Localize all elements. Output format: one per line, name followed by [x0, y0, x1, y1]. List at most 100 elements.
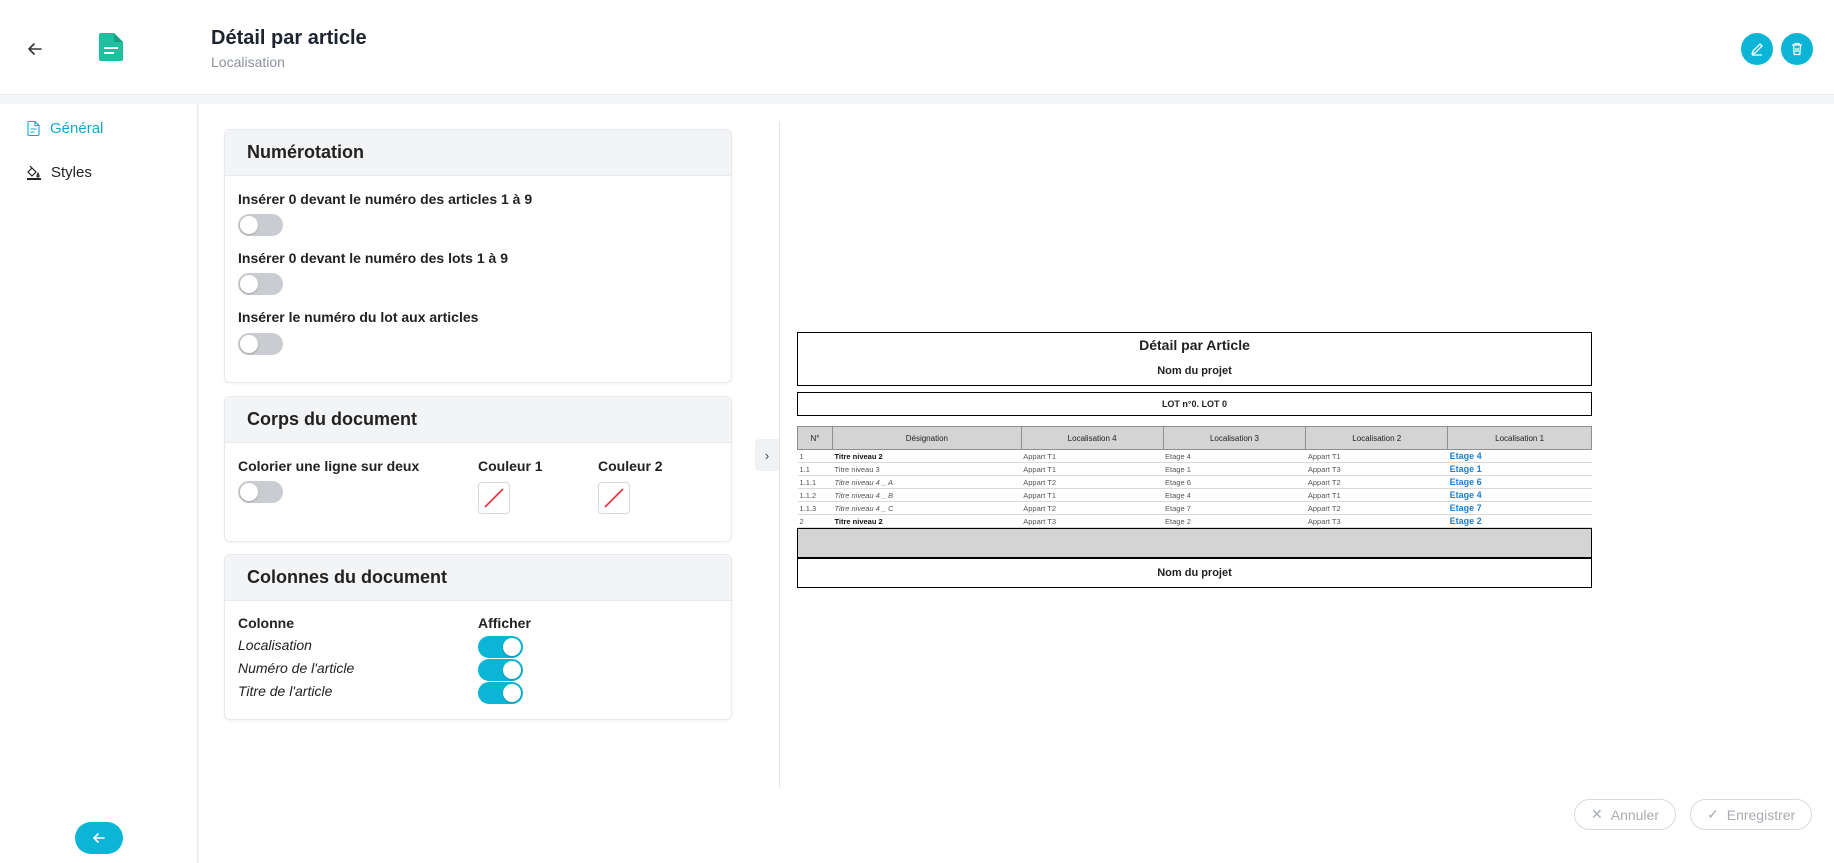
page-subtitle: Localisation: [211, 54, 285, 70]
column-name: Numéro de l'article: [238, 660, 355, 676]
table-header: Localisation 3: [1162, 426, 1307, 450]
paint-bucket-icon: [27, 165, 41, 180]
table-row: 1.1.2 Titre niveau 4 _ B Appart T1 Etage…: [797, 488, 1592, 502]
insert-zero-articles-toggle[interactable]: [238, 214, 283, 236]
column-name: Localisation: [238, 637, 312, 653]
trash-icon: [1792, 42, 1802, 56]
cell-loc4: Appart T2: [1021, 475, 1164, 489]
check-icon: ✓: [1707, 806, 1719, 822]
table-row: 1.1.3 Titre niveau 4 _ C Appart T2 Etage…: [797, 501, 1592, 515]
table-header: Localisation 2: [1305, 426, 1449, 450]
collapse-sidebar-button[interactable]: [75, 822, 123, 854]
back-button[interactable]: [22, 36, 48, 62]
card-title: Numérotation: [225, 130, 731, 176]
table-header: Localisation 4: [1020, 426, 1164, 450]
cell-loc4: Appart T1: [1021, 462, 1164, 476]
colonnes-card: Colonnes du document Colonne Afficher Lo…: [224, 554, 732, 720]
cell-designation: Titre niveau 4 _ C: [832, 501, 1022, 515]
arrow-left-icon: [28, 43, 42, 55]
page-header: Détail par article Localisation: [0, 0, 1834, 95]
settings-sidebar: Général Styles: [0, 104, 198, 863]
sidebar-item-general[interactable]: Général: [27, 117, 103, 139]
cell-loc1: Etage 1: [1447, 462, 1592, 476]
table-header: N°: [797, 426, 833, 450]
corps-card: Corps du document Colorier une ligne sur…: [224, 396, 732, 542]
cell-loc2: Appart T2: [1305, 501, 1448, 515]
option-label: Insérer le numéro du lot aux articles: [238, 309, 479, 325]
cell-designation: Titre niveau 2: [832, 449, 1022, 463]
column-header: Colonne: [238, 615, 294, 631]
preview-project-name: Nom du projet: [1157, 365, 1232, 377]
cell-loc4: Appart T3: [1021, 514, 1164, 528]
color-2-picker[interactable]: [598, 482, 630, 514]
save-button[interactable]: ✓ Enregistrer: [1690, 799, 1813, 830]
document-icon: [27, 120, 40, 136]
option-label: Insérer 0 devant le numéro des articles …: [238, 191, 533, 207]
insert-lot-number-toggle[interactable]: [238, 333, 283, 355]
cell-loc2: Appart T3: [1305, 514, 1448, 528]
delete-button[interactable]: [1781, 33, 1813, 65]
cell-loc3: Etage 4: [1163, 488, 1306, 502]
show-article-number-toggle[interactable]: [478, 659, 523, 681]
card-title: Colonnes du document: [225, 555, 731, 601]
option-label: Insérer 0 devant le numéro des lots 1 à …: [238, 250, 508, 266]
sidebar-item-styles[interactable]: Styles: [27, 161, 92, 183]
insert-zero-lots-toggle[interactable]: [238, 273, 283, 295]
table-row: 1 Titre niveau 2 Appart T1 Etage 4 Appar…: [797, 449, 1592, 463]
cell-loc2: Appart T1: [1305, 488, 1448, 502]
card-title: Corps du document: [225, 397, 731, 443]
cell-number: 1.1.1: [797, 475, 833, 489]
no-color-icon: [484, 488, 504, 508]
show-header: Afficher: [478, 615, 531, 631]
cell-loc1: Etage 4: [1447, 488, 1592, 502]
cell-loc4: Appart T2: [1021, 501, 1164, 515]
cancel-label: Annuler: [1610, 806, 1659, 823]
alternate-rows-toggle[interactable]: [238, 481, 283, 503]
cell-loc3: Etage 4: [1163, 449, 1306, 463]
preview-footer: Nom du projet: [797, 558, 1592, 588]
preview-lot: LOT n°0. LOT 0: [797, 392, 1592, 416]
preview-header-box: Détail par Article Nom du projet: [797, 332, 1592, 386]
cell-loc1: Etage 7: [1447, 501, 1592, 515]
cell-loc2: Appart T1: [1305, 449, 1448, 463]
show-article-title-toggle[interactable]: [478, 682, 523, 704]
numerotation-card: Numérotation Insérer 0 devant le numéro …: [224, 129, 732, 383]
cell-loc3: Etage 7: [1163, 501, 1306, 515]
show-localisation-toggle[interactable]: [478, 636, 523, 658]
cell-loc3: Etage 6: [1163, 475, 1306, 489]
arrow-left-icon: [93, 833, 105, 843]
color-1-label: Couleur 1: [478, 458, 543, 474]
edit-button[interactable]: [1741, 33, 1773, 65]
alternate-rows-label: Colorier une ligne sur deux: [238, 458, 420, 474]
cell-loc2: Appart T2: [1305, 475, 1448, 489]
cancel-button[interactable]: ✕ Annuler: [1574, 799, 1676, 830]
column-name: Titre de l'article: [238, 683, 333, 699]
table-header: Localisation 1: [1447, 426, 1592, 450]
cell-loc3: Etage 1: [1163, 462, 1306, 476]
save-label: Enregistrer: [1726, 806, 1796, 823]
table-row: 1.1.1 Titre niveau 4 _ A Appart T2 Etage…: [797, 475, 1592, 489]
cell-designation: Titre niveau 4 _ A: [832, 475, 1022, 489]
pencil-icon: [1751, 43, 1763, 56]
table-row: 2 Titre niveau 2 Appart T3 Etage 2 Appar…: [797, 514, 1592, 528]
panel-divider: [779, 122, 780, 787]
cell-designation: Titre niveau 2: [832, 514, 1022, 528]
cell-number: 1.1.3: [797, 501, 833, 515]
cell-loc4: Appart T1: [1021, 488, 1164, 502]
cell-number: 1.1: [797, 462, 833, 476]
sidebar-item-label: Styles: [51, 163, 92, 181]
chevron-right-icon: ›: [764, 447, 770, 463]
color-1-picker[interactable]: [478, 482, 510, 514]
cell-number: 1: [797, 449, 833, 463]
main-content: Numérotation Insérer 0 devant le numéro …: [199, 104, 1834, 863]
cell-loc2: Appart T3: [1305, 462, 1448, 476]
cell-designation: Titre niveau 3: [832, 462, 1022, 476]
document-icon: [99, 33, 123, 61]
cell-loc1: Etage 6: [1447, 475, 1592, 489]
cell-loc1: Etage 4: [1447, 449, 1592, 463]
cell-loc1: Etage 2: [1447, 514, 1592, 528]
color-2-label: Couleur 2: [598, 458, 663, 474]
preview-table: N° Désignation Localisation 4 Localisati…: [797, 426, 1592, 528]
expand-preview-button[interactable]: ›: [755, 439, 779, 471]
cell-designation: Titre niveau 4 _ B: [832, 488, 1022, 502]
